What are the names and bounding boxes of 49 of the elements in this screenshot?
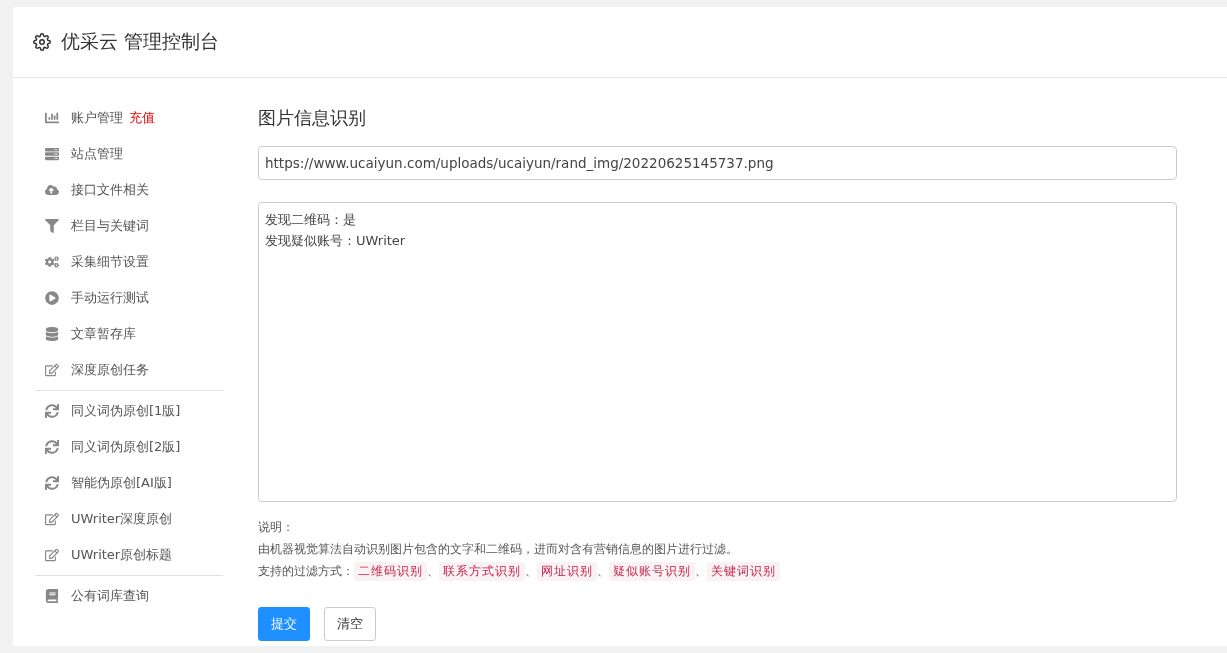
play-icon [45,291,59,305]
sidebar-item[interactable]: 智能伪原创[AI版] [35,465,223,501]
sidebar-item[interactable]: 文章暂存库 [35,316,223,352]
filters-label: 支持的过滤方式： [258,563,354,580]
page-title: 图片信息识别 [258,106,367,130]
refresh-icon [45,404,59,418]
sidebar-item[interactable]: 公有词库查询 [35,578,223,614]
filter-icon [45,219,59,233]
result-line: 发现二维码：是 [265,211,356,229]
bar-chart-icon [45,111,59,125]
sidebar-item[interactable]: UWriter原创标题 [35,537,223,573]
cloud-upload-icon [45,183,59,197]
filter-tag: 联系方式识别 [439,561,525,581]
description-text: 由机器视觉算法自动识别图片包含的文字和二维码，进而对含有营销信息的图片进行过滤。 [258,541,739,558]
separator-mark: 、 [695,562,707,580]
book-icon [45,589,59,603]
server-icon [45,147,59,161]
filter-tag: 关键词识别 [707,561,780,581]
sidebar-item[interactable]: 接口文件相关 [35,172,223,208]
refresh-icon [45,476,59,490]
filter-tag: 二维码识别 [354,561,427,581]
gears-icon [45,255,59,269]
database-icon [45,327,59,341]
filter-tag: 网址识别 [537,561,597,581]
edit-icon [45,512,59,526]
refresh-icon [45,440,59,454]
filter-tag: 疑似账号识别 [609,561,695,581]
console-title: 优采云 管理控制台 [61,29,220,54]
separator-mark: 、 [525,562,537,580]
sidebar-item[interactable]: 同义词伪原创[1版] [35,393,223,429]
clear-button[interactable]: 清空 [324,607,376,641]
settings-icon [33,33,51,51]
sidebar-item[interactable]: UWriter深度原创 [35,501,223,537]
sidebar-item[interactable]: 账户管理 充值 [35,100,223,136]
sidebar-item[interactable]: 同义词伪原创[2版] [35,429,223,465]
edit-icon [45,363,59,377]
separator-mark: 、 [427,562,439,580]
sidebar-item[interactable]: 站点管理 [35,136,223,172]
notes-heading: 说明： [258,519,295,536]
sidebar-item[interactable]: 栏目与关键词 [35,208,223,244]
result-field[interactable]: 发现二维码：是 发现疑似账号：UWriter [258,202,1177,502]
url-field[interactable]: https://www.ucaiyun.com/uploads/ucaiyun/rand_img/20220625145737.png [258,146,1177,180]
separator-mark: 、 [597,562,609,580]
edit-icon [45,548,59,562]
sidebar-item[interactable]: 手动运行测试 [35,280,223,316]
sidebar-item[interactable]: 采集细节设置 [35,244,223,280]
result-line: 发现疑似账号：UWriter [265,232,406,250]
sidebar-item[interactable]: 深度原创任务 [35,352,223,388]
recharge-link[interactable]: 充值 [129,109,155,127]
